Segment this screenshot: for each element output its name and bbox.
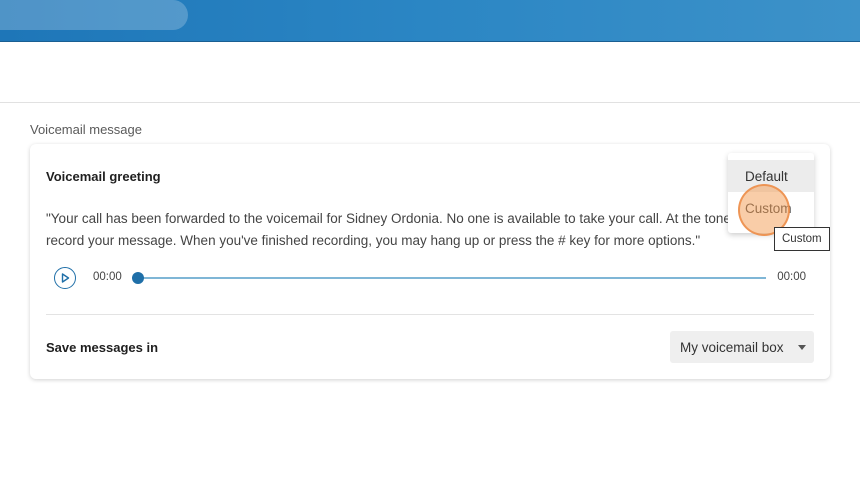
progress-track[interactable] — [138, 277, 766, 279]
divider — [46, 314, 814, 315]
chevron-down-icon — [798, 345, 806, 350]
save-messages-selected-value: My voicemail box — [680, 339, 784, 355]
dropdown-option-default[interactable]: Default — [728, 160, 814, 192]
play-button[interactable] — [54, 267, 76, 289]
section-title: Voicemail message — [30, 122, 142, 137]
play-icon — [61, 273, 70, 283]
greeting-text-line-2: record your message. When you've finishe… — [46, 233, 701, 248]
greeting-text-line-1: "Your call has been forwarded to the voi… — [46, 211, 731, 226]
duration-time: 00:00 — [777, 271, 806, 283]
voicemail-card: Voicemail greeting "Your call has been f… — [30, 144, 830, 379]
greeting-type-dropdown: Default Custom — [728, 153, 814, 233]
voicemail-greeting-title: Voicemail greeting — [46, 169, 161, 184]
save-messages-select[interactable]: My voicemail box — [670, 331, 814, 363]
current-time: 00:00 — [93, 271, 122, 283]
top-bar-search[interactable] — [0, 0, 188, 30]
page-subheader — [0, 42, 860, 103]
top-navigation-bar — [0, 0, 860, 42]
progress-thumb[interactable] — [132, 272, 144, 284]
dropdown-option-custom[interactable]: Custom — [728, 192, 814, 224]
voicemail-greeting-text: "Your call has been forwarded to the voi… — [46, 208, 746, 252]
tooltip: Custom — [774, 227, 830, 251]
save-messages-label: Save messages in — [46, 340, 159, 355]
audio-player: 00:00 00:00 — [54, 266, 810, 290]
